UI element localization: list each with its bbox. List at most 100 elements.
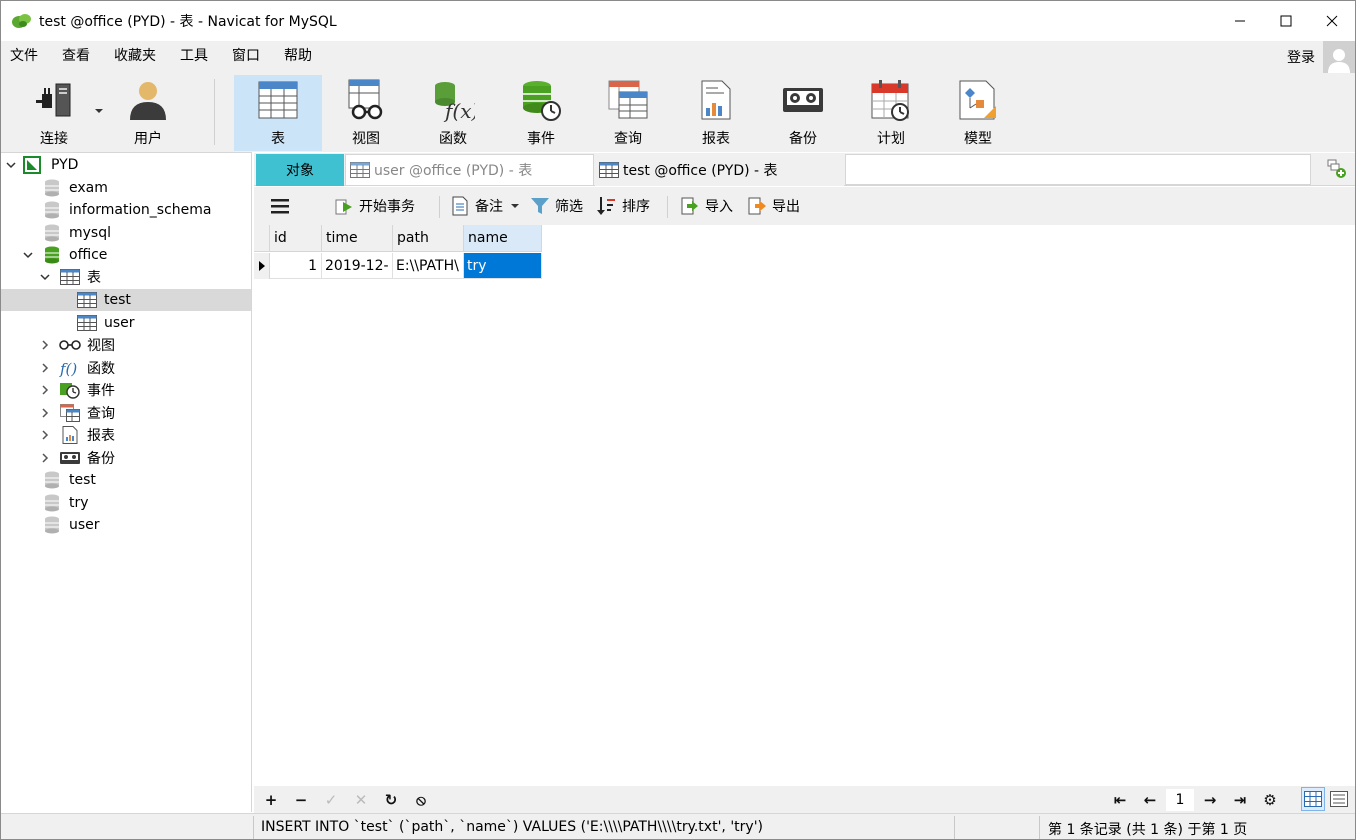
prev-page-button[interactable]: ←: [1140, 790, 1160, 810]
column-header-time[interactable]: time: [322, 225, 393, 252]
next-page-button[interactable]: →: [1200, 790, 1220, 810]
chevron-right-icon[interactable]: [39, 384, 51, 396]
tab-empty-area: [845, 154, 1311, 185]
discard-changes-button[interactable]: ✕: [351, 790, 371, 810]
chevron-right-icon[interactable]: [39, 407, 51, 419]
connect-dropdown-arrow[interactable]: [95, 109, 103, 113]
schedule-button[interactable]: 计划: [856, 75, 926, 151]
tab-objects[interactable]: 对象: [256, 154, 344, 186]
view-button[interactable]: 视图: [331, 75, 401, 151]
tree-folder-reports[interactable]: 报表: [1, 424, 251, 446]
tree-label: 报表: [87, 428, 115, 444]
chevron-down-icon[interactable]: [22, 249, 34, 261]
settings-button[interactable]: ⚙: [1260, 790, 1280, 810]
tree-db-office[interactable]: office: [1, 244, 251, 266]
tab-user-table[interactable]: user @office (PYD) - 表: [345, 154, 594, 186]
tree-folder-queries[interactable]: 查询: [1, 402, 251, 424]
tree-folder-tables[interactable]: 表: [1, 266, 251, 288]
object-tree: PYD exam information_schema mysql office…: [1, 152, 252, 812]
refresh-button[interactable]: ↻: [381, 790, 401, 810]
delete-record-button[interactable]: −: [291, 790, 311, 810]
report-button[interactable]: 报表: [681, 75, 751, 151]
tree-db-mysql[interactable]: mysql: [1, 222, 251, 244]
column-header-id[interactable]: id: [270, 225, 322, 252]
tree-db-information-schema[interactable]: information_schema: [1, 199, 251, 221]
menu-tools[interactable]: 工具: [168, 41, 220, 72]
add-record-button[interactable]: +: [261, 790, 281, 810]
notes-button[interactable]: 备注: [450, 194, 519, 218]
form-view-button[interactable]: [1327, 787, 1351, 811]
tree-table-user[interactable]: user: [1, 312, 251, 334]
table-icon: [350, 161, 370, 179]
last-page-button[interactable]: ⇥: [1230, 790, 1250, 810]
tree-folder-backups[interactable]: 备份: [1, 447, 251, 469]
avatar[interactable]: [1323, 41, 1355, 73]
tree-db-test[interactable]: test: [1, 469, 251, 491]
cell-time[interactable]: 2019-12-: [322, 253, 393, 279]
notes-dropdown-icon[interactable]: [511, 204, 519, 208]
chevron-right-icon[interactable]: [39, 339, 51, 351]
tree-connection-pyd[interactable]: PYD: [1, 154, 251, 176]
database-icon: [43, 516, 61, 534]
query-button[interactable]: 查询: [593, 75, 663, 151]
cell-id[interactable]: 1: [270, 253, 322, 279]
chevron-down-icon[interactable]: [5, 159, 17, 171]
export-button[interactable]: 导出: [747, 194, 800, 218]
function-button[interactable]: f(x) 函数: [418, 75, 488, 151]
menu-help[interactable]: 帮助: [272, 41, 324, 72]
menu-view[interactable]: 查看: [50, 41, 102, 72]
tree-table-test[interactable]: test: [1, 289, 251, 311]
chevron-down-icon[interactable]: [39, 271, 51, 283]
cell-path[interactable]: E:\\PATH\: [393, 253, 464, 279]
tab-test-table[interactable]: test @office (PYD) - 表: [595, 154, 844, 186]
mysql-connection-icon: [23, 156, 41, 174]
page-number-input[interactable]: 1: [1166, 789, 1194, 811]
column-header-name[interactable]: name: [464, 225, 542, 252]
menu-favorites[interactable]: 收藏夹: [102, 41, 168, 72]
tree-db-try[interactable]: try: [1, 492, 251, 514]
new-tab-button[interactable]: [1325, 157, 1349, 181]
chevron-right-icon[interactable]: [39, 452, 51, 464]
tree-label: 函数: [87, 361, 115, 377]
first-page-button[interactable]: ⇤: [1110, 790, 1130, 810]
begin-transaction-button[interactable]: 开始事务: [334, 194, 415, 218]
chevron-right-icon[interactable]: [39, 362, 51, 374]
connect-button[interactable]: 连接: [17, 75, 91, 151]
user-label: 用户: [134, 131, 162, 147]
arrow-right-icon: →: [1203, 791, 1217, 809]
table-button[interactable]: 表: [234, 75, 322, 151]
menu-file[interactable]: 文件: [1, 41, 50, 72]
report-icon: [59, 426, 81, 444]
maximize-button[interactable]: [1263, 1, 1309, 41]
minimize-button[interactable]: [1217, 1, 1263, 41]
tree-folder-events[interactable]: 事件: [1, 379, 251, 401]
tree-db-exam[interactable]: exam: [1, 177, 251, 199]
sort-button[interactable]: 排序: [597, 194, 650, 218]
model-button[interactable]: 模型: [943, 75, 1013, 151]
tree-db-user[interactable]: user: [1, 514, 251, 536]
column-header-path[interactable]: path: [393, 225, 464, 252]
menu-window[interactable]: 窗口: [220, 41, 272, 72]
export-icon: [747, 196, 767, 216]
close-button[interactable]: [1309, 1, 1355, 41]
tree-folder-functions[interactable]: f() 函数: [1, 357, 251, 379]
notes-icon: [450, 196, 470, 216]
grid-view-button[interactable]: [1301, 787, 1325, 811]
login-link[interactable]: 登录: [1287, 47, 1315, 67]
table-icon: [76, 291, 98, 309]
row-indicator[interactable]: [254, 253, 270, 279]
menu-button[interactable]: [270, 194, 290, 218]
cell-name[interactable]: try: [464, 253, 542, 279]
filter-button[interactable]: 筛选: [530, 194, 583, 218]
event-button[interactable]: 事件: [506, 75, 576, 151]
stop-button[interactable]: ⦸: [411, 790, 431, 810]
maximize-icon: [1280, 15, 1292, 27]
user-button[interactable]: 用户: [111, 75, 185, 151]
import-button[interactable]: 导入: [680, 194, 733, 218]
apply-changes-button[interactable]: ✓: [321, 790, 341, 810]
backup-button[interactable]: 备份: [768, 75, 838, 151]
status-bar: INSERT INTO `test` (`path`, `name`) VALU…: [1, 813, 1355, 839]
tree-folder-views[interactable]: 视图: [1, 334, 251, 356]
chevron-right-icon[interactable]: [39, 429, 51, 441]
function-label: 函数: [439, 131, 467, 147]
